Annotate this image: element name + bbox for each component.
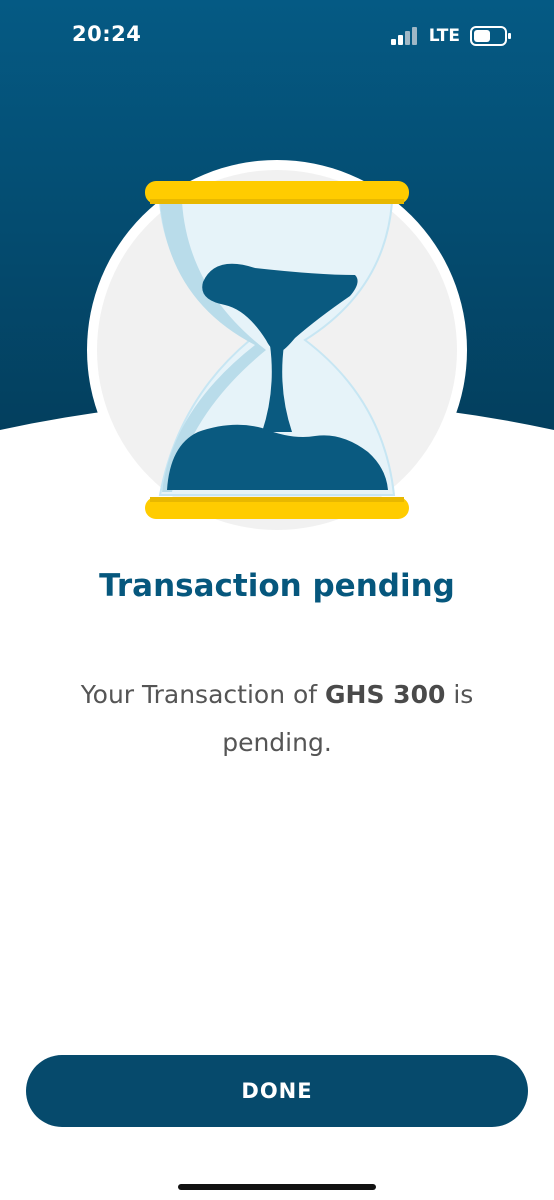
transaction-amount: GHS 300 — [325, 680, 446, 709]
done-button[interactable]: DONE — [26, 1055, 528, 1127]
done-button-label: DONE — [241, 1079, 313, 1103]
transaction-pending-screen: 20:24 LTE Transaction pending Your Trans… — [0, 0, 554, 1200]
message-prefix: Your Transaction of — [80, 680, 326, 709]
page-title: Transaction pending — [99, 568, 455, 604]
pending-message: Your Transaction of GHS 300 is pending. — [50, 671, 504, 767]
hourglass-illustration — [87, 160, 467, 540]
home-indicator[interactable] — [178, 1184, 376, 1190]
hourglass-icon — [87, 160, 467, 540]
